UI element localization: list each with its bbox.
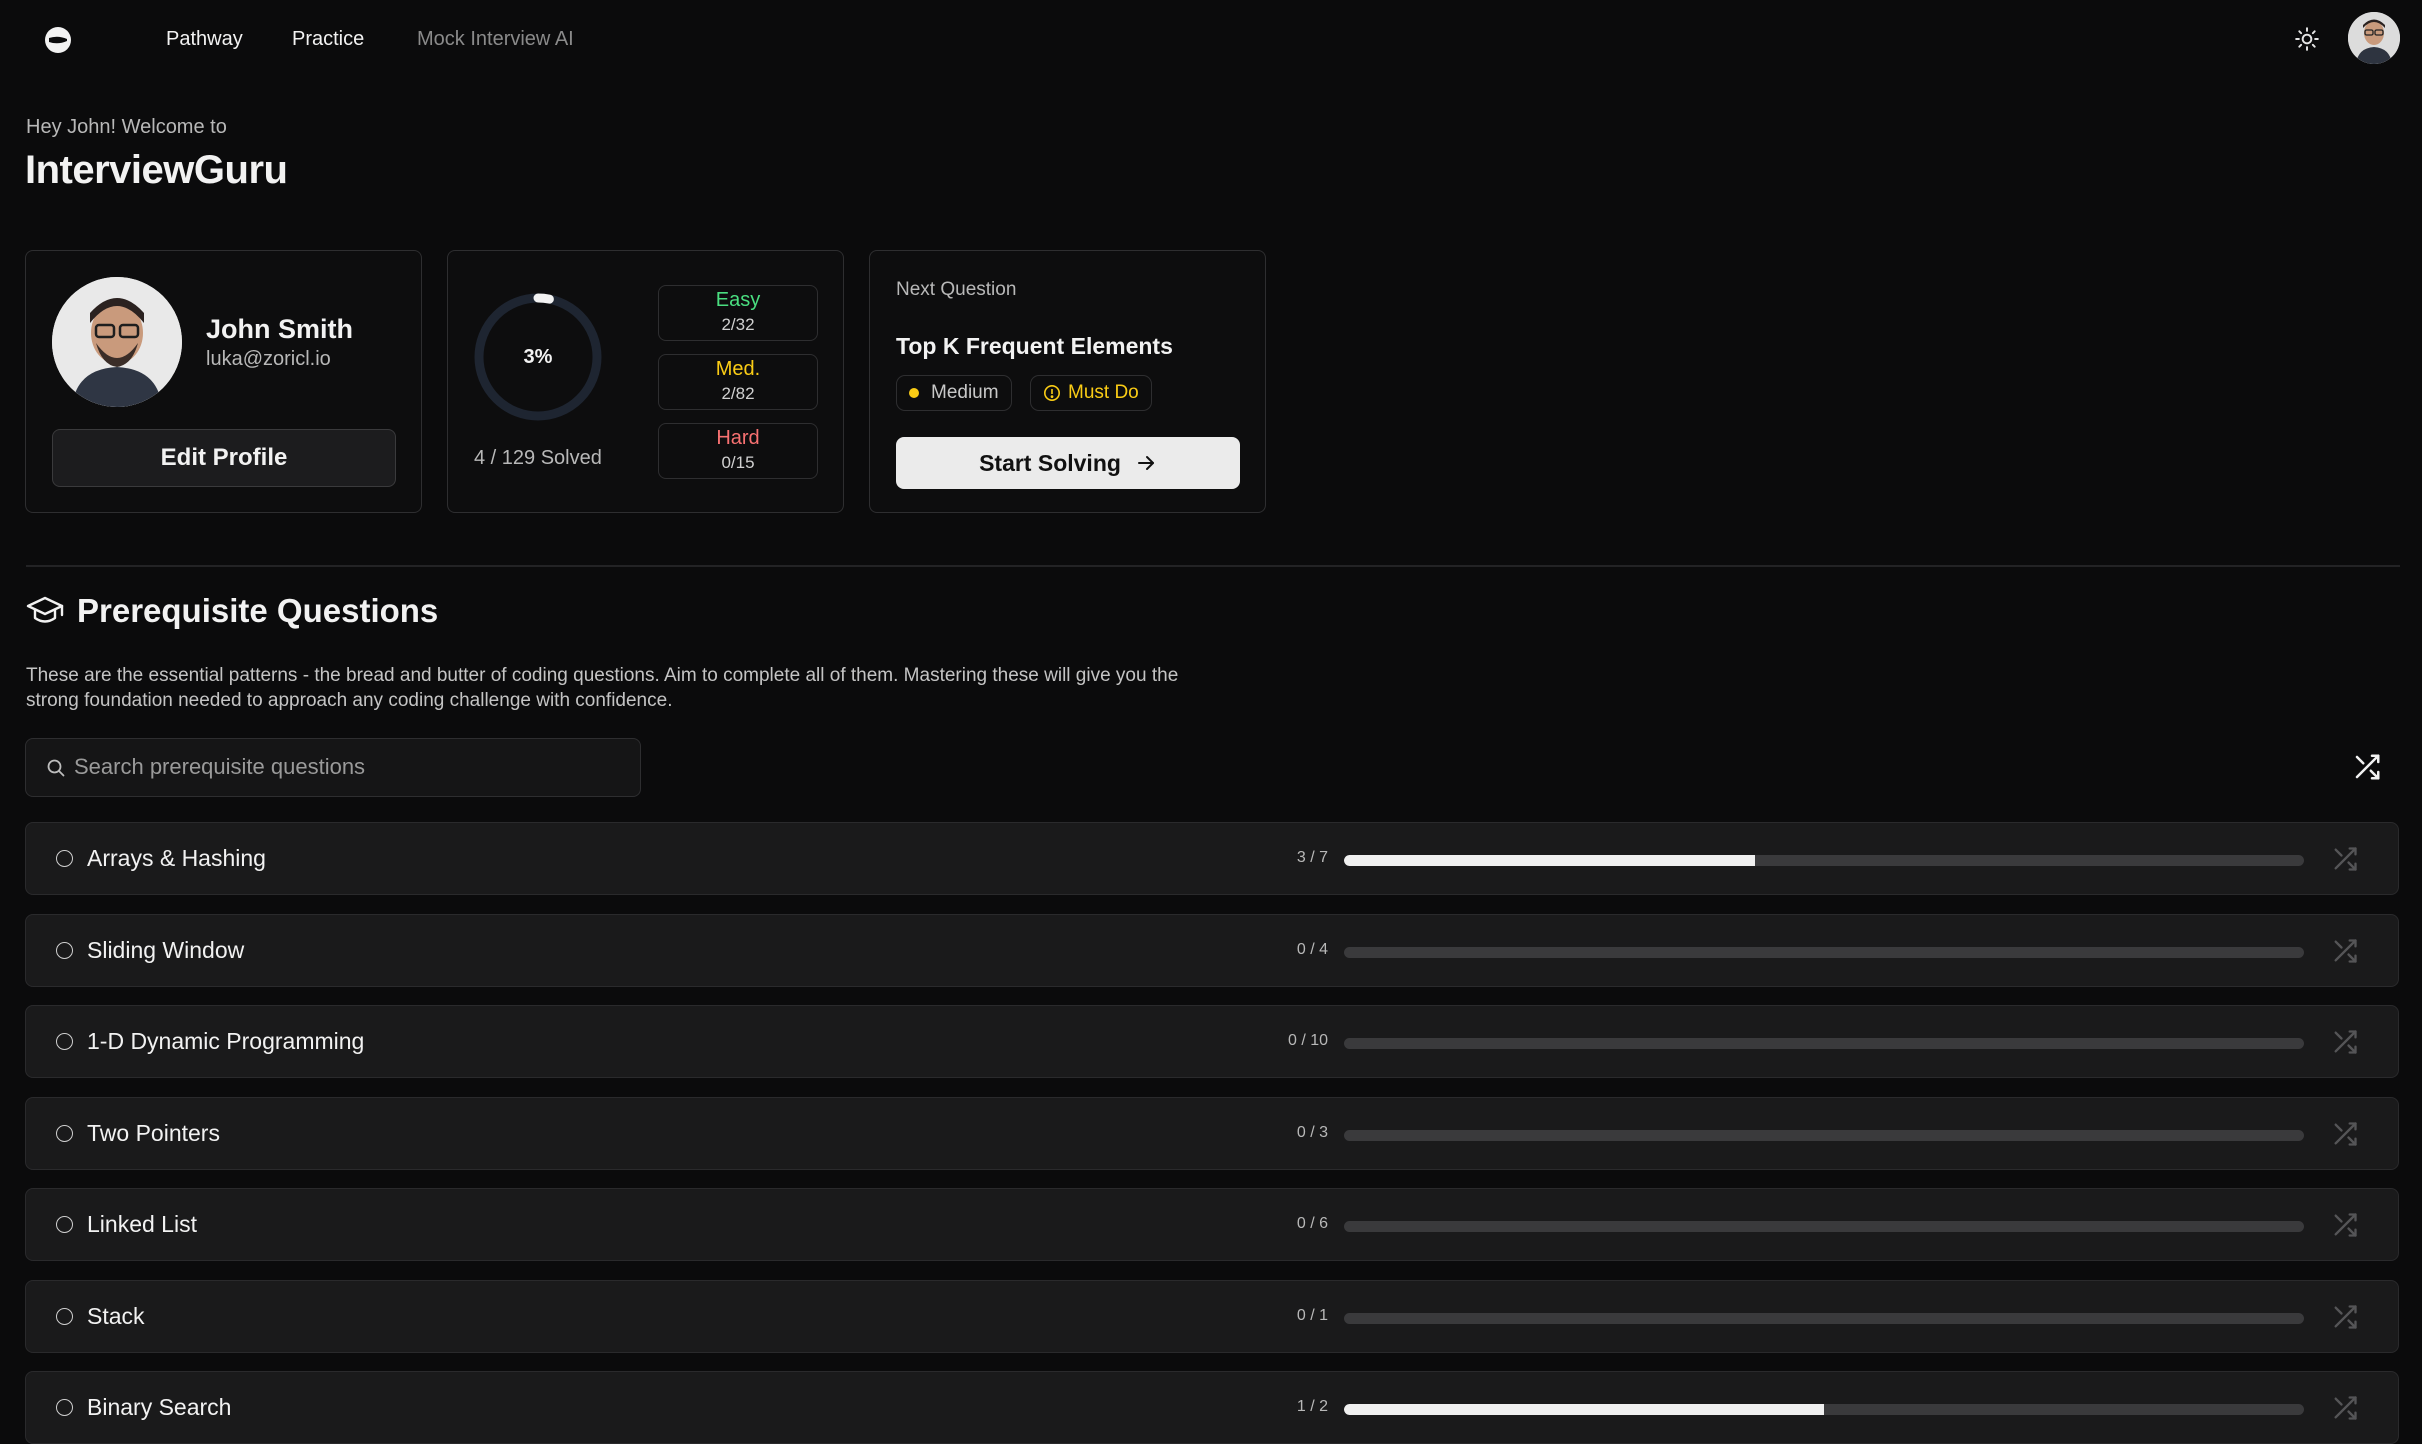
profile-card: John Smith luka@zoricl.io Edit Profile — [25, 250, 422, 513]
section-divider — [26, 565, 2400, 567]
graduation-cap-icon — [26, 594, 64, 628]
profile-email: luka@zoricl.io — [206, 348, 331, 370]
difficulty-count: 2/32 — [721, 315, 755, 334]
logo-icon[interactable] — [40, 22, 76, 58]
circle-icon[interactable] — [56, 1307, 73, 1325]
topic-row[interactable]: Linked List 0 / 6 — [25, 1188, 2399, 1261]
nav-link-pathway[interactable]: Pathway — [166, 26, 243, 52]
progress-bar-fill — [1344, 1404, 1824, 1415]
topic-row[interactable]: 1-D Dynamic Programming 0 / 10 — [25, 1005, 2399, 1078]
topic-title: Two Pointers — [87, 1119, 220, 1146]
topic-count: 0 / 1 — [1296, 1306, 1328, 1324]
topic-title: Stack — [87, 1302, 145, 1329]
solved-count: 4 / 129 Solved — [474, 447, 602, 469]
circle-icon[interactable] — [56, 1124, 73, 1142]
difficulty-count: 2/82 — [721, 384, 755, 403]
search-icon — [46, 758, 66, 778]
topic-row[interactable]: Sliding Window 0 / 4 — [25, 913, 2399, 987]
page-title: InterviewGuru — [25, 148, 288, 192]
topic-row[interactable]: Arrays & Hashing 3 / 7 — [25, 822, 2399, 895]
shuffle-icon[interactable] — [2331, 1211, 2359, 1239]
profile-avatar — [52, 277, 182, 407]
nav-link-mock-interview-ai[interactable]: Mock Interview AI — [417, 26, 574, 52]
dot-icon — [909, 388, 919, 398]
circle-icon[interactable] — [56, 1033, 73, 1050]
shuffle-icon[interactable] — [2331, 1394, 2359, 1422]
difficulty-hard: Hard 0/15 — [658, 423, 818, 479]
difficulty-tag-label: Medium — [931, 382, 999, 403]
topic-count: 3 / 7 — [1296, 849, 1328, 866]
topic-row[interactable]: Stack 0 / 1 — [25, 1279, 2399, 1353]
difficulty-label: Med. — [715, 358, 761, 380]
circle-icon[interactable] — [56, 1216, 73, 1233]
shuffle-icon[interactable] — [2352, 752, 2382, 782]
difficulty-medium: Med. 2/82 — [658, 354, 818, 410]
progress-bar — [1344, 855, 2304, 866]
circle-icon[interactable] — [56, 1399, 73, 1416]
search-box — [25, 738, 641, 797]
topic-title: Sliding Window — [87, 936, 245, 963]
topic-row[interactable]: Two Pointers 0 / 3 — [25, 1096, 2399, 1170]
progress-bar — [1344, 946, 2304, 958]
topic-count: 0 / 3 — [1296, 1123, 1328, 1141]
difficulty-easy: Easy 2/32 — [658, 285, 818, 341]
progress-bar-fill — [1344, 855, 1756, 866]
circle-icon[interactable] — [56, 850, 73, 867]
shuffle-icon[interactable] — [2331, 1028, 2359, 1056]
progress-bar — [1344, 1404, 2304, 1415]
next-question-title[interactable]: Top K Frequent Elements — [896, 333, 1173, 360]
must-do-label: Must Do — [1068, 382, 1139, 403]
topic-row[interactable]: Binary Search 1 / 2 — [25, 1371, 2399, 1444]
topic-title: 1-D Dynamic Programming — [87, 1028, 365, 1054]
next-question-card: Next Question Top K Frequent Elements Me… — [869, 250, 1266, 513]
topic-title: Linked List — [87, 1211, 197, 1237]
must-do-tag: Must Do — [1030, 375, 1152, 411]
edit-profile-button[interactable]: Edit Profile — [52, 429, 396, 487]
shuffle-icon[interactable] — [2331, 1120, 2359, 1148]
topic-count: 0 / 4 — [1296, 940, 1328, 958]
topic-title: Binary Search — [87, 1394, 232, 1420]
start-solving-label: Start Solving — [979, 449, 1121, 476]
start-solving-button[interactable]: Start Solving — [896, 437, 1240, 489]
progress-bar — [1344, 1221, 2304, 1232]
progress-bar — [1344, 1129, 2304, 1141]
nav-link-practice[interactable]: Practice — [292, 26, 364, 52]
topic-title: Arrays & Hashing — [87, 845, 266, 871]
difficulty-count: 0/15 — [721, 453, 755, 472]
progress-bar — [1344, 1038, 2304, 1049]
top-nav: Pathway Practice Mock Interview AI — [0, 0, 2422, 78]
user-avatar[interactable] — [2348, 12, 2400, 64]
alert-circle-icon — [1043, 384, 1061, 402]
difficulty-label: Easy — [715, 289, 761, 311]
progress-percent: 3% — [523, 345, 553, 368]
profile-name: John Smith — [206, 314, 353, 344]
progress-bar — [1344, 1312, 2304, 1324]
shuffle-icon[interactable] — [2331, 937, 2359, 965]
welcome-text: Hey John! Welcome to — [26, 116, 227, 138]
topic-count: 0 / 10 — [1287, 1032, 1328, 1049]
arrow-right-icon — [1135, 452, 1157, 474]
section-title: Prerequisite Questions — [77, 592, 439, 629]
circle-icon[interactable] — [56, 941, 73, 959]
next-question-heading: Next Question — [896, 279, 1017, 300]
topic-count: 1 / 2 — [1296, 1398, 1328, 1415]
difficulty-label: Hard — [716, 427, 760, 449]
sun-icon[interactable] — [2290, 22, 2324, 56]
shuffle-icon[interactable] — [2331, 1303, 2359, 1331]
difficulty-tag: Medium — [896, 375, 1012, 411]
topic-count: 0 / 6 — [1296, 1215, 1328, 1232]
progress-card: 3% 4 / 129 Solved Easy 2/32 Med. 2/82 Ha… — [447, 250, 844, 513]
search-input[interactable] — [74, 739, 624, 795]
shuffle-icon[interactable] — [2331, 845, 2359, 873]
section-description: These are the essential patterns - the b… — [26, 665, 1179, 711]
